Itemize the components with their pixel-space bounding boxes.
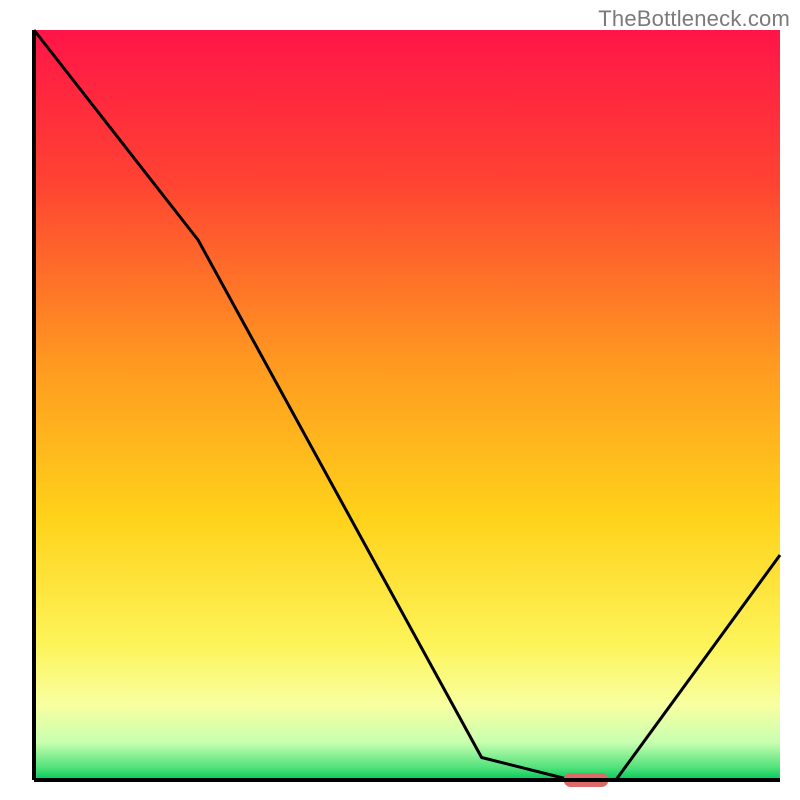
bottleneck-chart: [0, 0, 800, 800]
chart-container: TheBottleneck.com: [0, 0, 800, 800]
watermark-text: TheBottleneck.com: [598, 6, 790, 32]
gradient-background: [34, 30, 780, 780]
